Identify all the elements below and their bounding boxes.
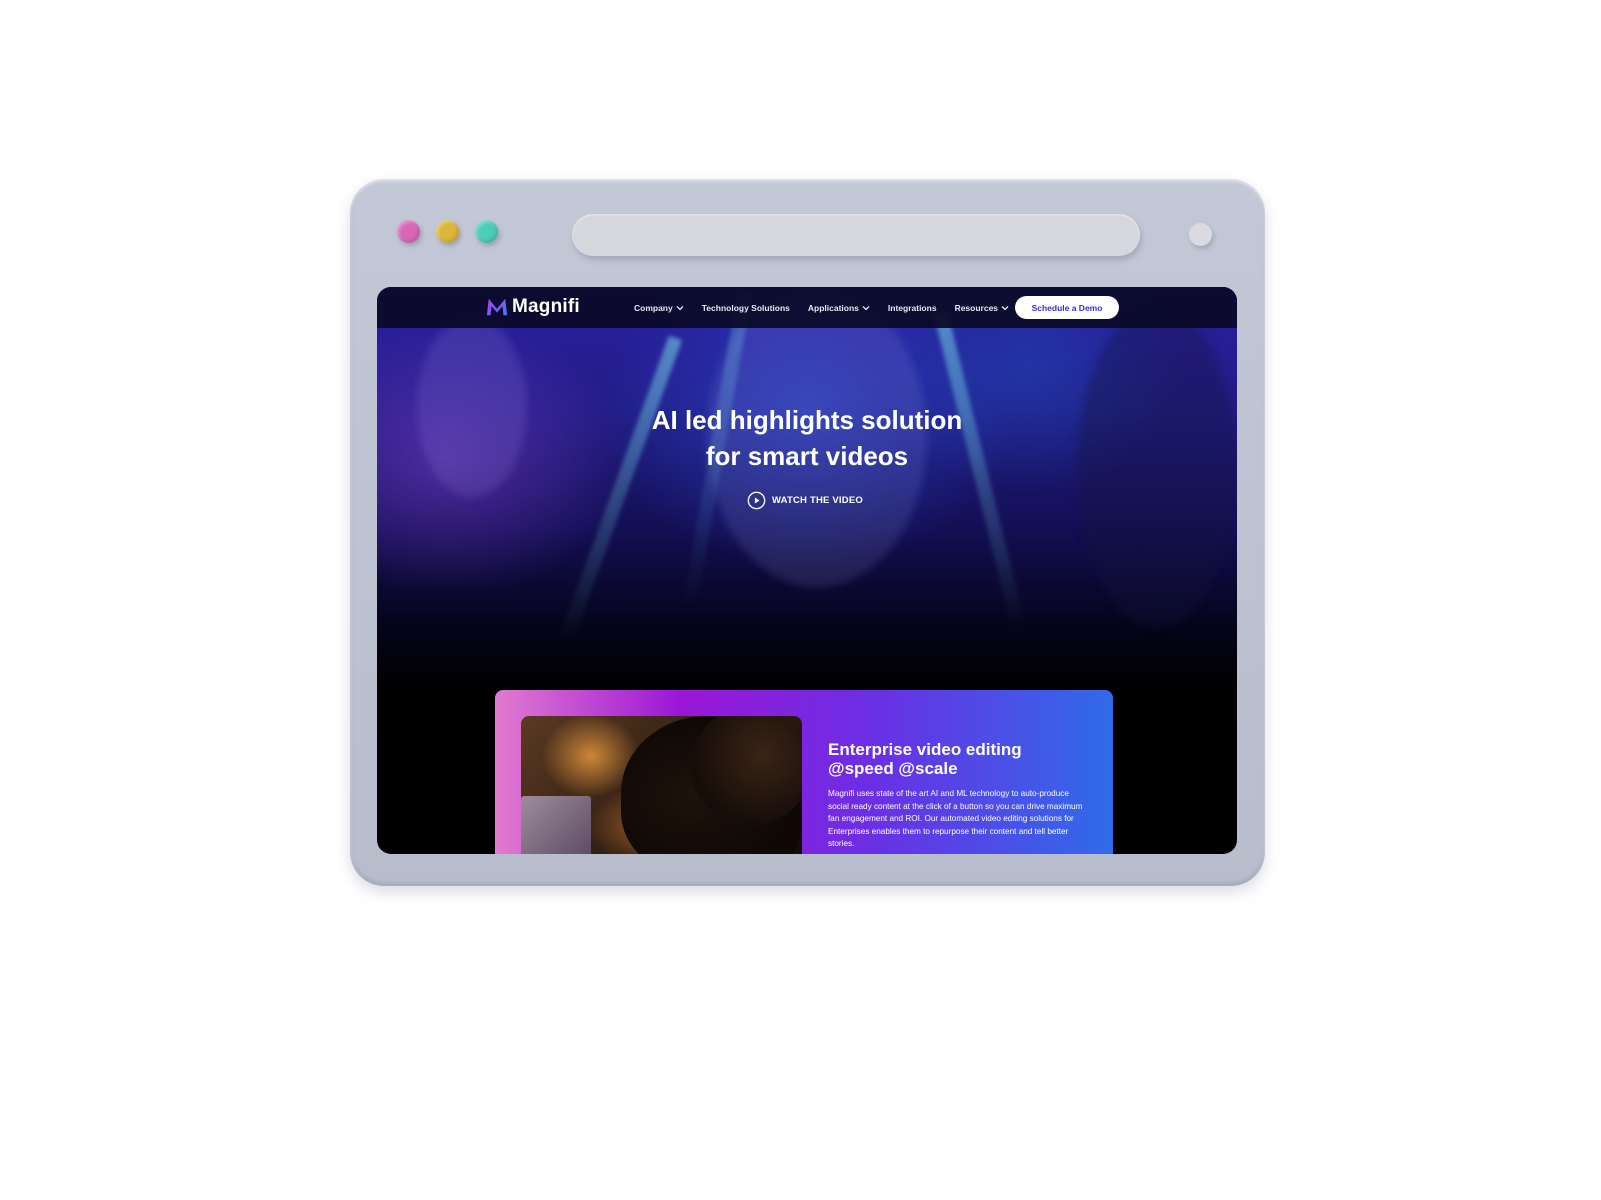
brand-logo[interactable]: Magnifi (486, 296, 580, 318)
hero-light-beam (545, 335, 683, 679)
nav-item-technology-solutions[interactable]: Technology Solutions (702, 303, 790, 313)
close-window-dot[interactable] (397, 220, 420, 243)
address-bar[interactable] (572, 214, 1140, 256)
chevron-down-icon (676, 305, 684, 310)
browser-menu-dot[interactable] (1189, 223, 1212, 246)
website-viewport: AI led highlights solution for smart vid… (377, 287, 1237, 854)
card-title-line: Enterprise video editing (828, 740, 1022, 759)
maximize-window-dot[interactable] (475, 220, 498, 243)
nav-item-label: Integrations (887, 302, 937, 313)
editor-photo (521, 716, 802, 854)
enterprise-feature-card: Enterprise video editing @speed @scale M… (495, 690, 1113, 854)
hero-title-line: AI led highlights solution (651, 405, 963, 435)
card-title-line: @speed @scale (828, 759, 958, 778)
nav-item-label: Resources (954, 302, 999, 313)
nav-menu: Company Technology Solutions Application… (634, 287, 1009, 328)
minimize-window-dot[interactable] (436, 220, 459, 243)
monitor-screen (521, 796, 591, 854)
hero-light-beam (933, 310, 1035, 664)
nav-item-label: Company (634, 302, 673, 313)
card-description: Magnifi uses state of the art AI and ML … (828, 789, 1083, 849)
chevron-down-icon (1001, 305, 1009, 310)
magnifi-logo-icon (486, 298, 508, 316)
chevron-down-icon (862, 305, 870, 310)
nav-item-label: Technology Solutions (701, 302, 790, 313)
schedule-demo-button[interactable]: Schedule a Demo (1015, 296, 1119, 319)
nav-item-resources[interactable]: Resources (955, 303, 1009, 313)
card-title: Enterprise video editing @speed @scale (828, 740, 1098, 778)
nav-item-label: Applications (807, 302, 859, 313)
hero-section: AI led highlights solution for smart vid… (377, 287, 1237, 687)
watch-video-label: WATCH THE VIDEO (772, 495, 863, 506)
nav-item-integrations[interactable]: Integrations (888, 303, 937, 313)
brand-name: Magnifi (512, 296, 580, 317)
top-navigation: Magnifi Company Technology Solutions App… (377, 287, 1237, 328)
hero-title-line: for smart videos (705, 441, 909, 471)
hero-title: AI led highlights solution for smart vid… (377, 402, 1237, 474)
play-circle-icon (747, 491, 766, 510)
watch-video-link[interactable]: WATCH THE VIDEO (747, 491, 863, 510)
nav-item-applications[interactable]: Applications (808, 303, 870, 313)
nav-item-company[interactable]: Company (634, 303, 684, 313)
